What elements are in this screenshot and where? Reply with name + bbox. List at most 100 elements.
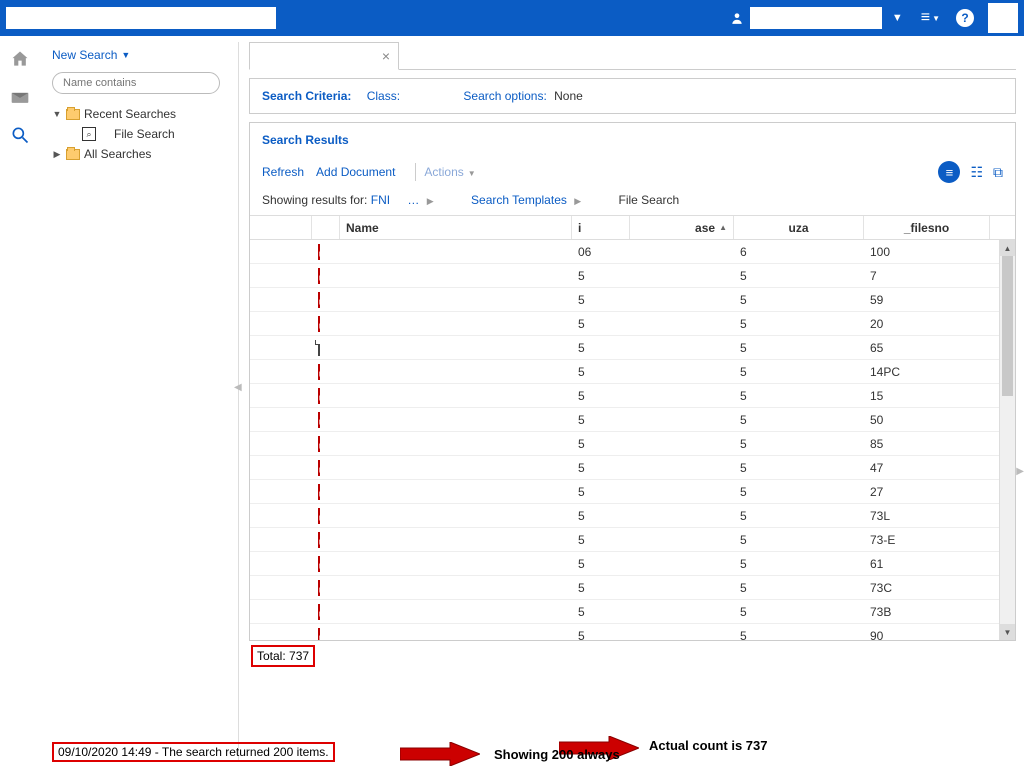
table-row[interactable]: 5573C xyxy=(250,576,1015,600)
table-row[interactable]: 5527 xyxy=(250,480,1015,504)
table-row[interactable]: 5573-E xyxy=(250,528,1015,552)
grid-body: ▲ ▼ 0661005575559552055655514PC551555505… xyxy=(250,240,1015,640)
col-select[interactable] xyxy=(250,216,312,239)
criteria-options-label: Search options: xyxy=(463,89,546,103)
annotation-arrow xyxy=(400,742,480,766)
annotation-text: Actual count is 737 xyxy=(649,738,767,753)
icon-rail xyxy=(0,36,40,768)
add-document-button[interactable]: Add Document xyxy=(316,165,395,179)
pdf-icon xyxy=(318,268,320,284)
left-pane: New Search▼ ▼ Recent Searches ⌕ File Sea… xyxy=(40,36,238,768)
name-filter-input[interactable] xyxy=(52,72,220,94)
table-row[interactable]: 5520 xyxy=(250,312,1015,336)
document-icon xyxy=(318,340,320,356)
tree-label: Recent Searches xyxy=(84,107,176,121)
actions-menu[interactable]: Actions▼ xyxy=(424,165,475,179)
col-uza[interactable]: uza xyxy=(734,216,864,239)
total-count: Total: 737 xyxy=(251,645,315,667)
refresh-button[interactable]: Refresh xyxy=(262,165,304,179)
pdf-icon xyxy=(318,628,320,641)
results-grid: Name i ase▲ uza _filesno ▲ ▼ 06610055755… xyxy=(250,215,1015,640)
separator xyxy=(415,163,416,181)
user-dropdown[interactable] xyxy=(750,7,882,29)
scroll-down-icon[interactable]: ▼ xyxy=(1000,624,1015,640)
table-row[interactable]: 5573L xyxy=(250,504,1015,528)
scroll-up-icon[interactable]: ▲ xyxy=(1000,240,1015,256)
help-icon[interactable]: ? xyxy=(956,9,974,27)
tree-file-search[interactable]: ⌕ File Search xyxy=(52,124,234,144)
col-name[interactable]: Name xyxy=(340,216,572,239)
table-row[interactable]: 5573B xyxy=(250,600,1015,624)
logo-area xyxy=(6,7,276,29)
criteria-options-value: None xyxy=(554,89,583,103)
crumb-templates[interactable]: Search Templates xyxy=(471,193,567,207)
pdf-icon xyxy=(318,316,320,332)
pdf-icon xyxy=(318,244,320,260)
menu-icon[interactable]: ≡▼ xyxy=(921,9,940,27)
tree-all-searches[interactable]: ▶ All Searches xyxy=(52,144,234,164)
folder-icon xyxy=(66,149,80,160)
scroll-thumb[interactable] xyxy=(1002,256,1013,396)
sort-asc-icon: ▲ xyxy=(719,223,727,232)
pdf-icon xyxy=(318,460,320,476)
view-filmstrip-icon[interactable]: ⧉ xyxy=(993,164,1003,181)
criteria-class[interactable]: Class: xyxy=(367,89,400,103)
view-details-icon[interactable]: ≡ xyxy=(938,161,960,183)
table-row[interactable]: 5561 xyxy=(250,552,1015,576)
table-row[interactable]: 5590 xyxy=(250,624,1015,640)
pdf-icon xyxy=(318,532,320,548)
pdf-icon xyxy=(318,508,320,524)
crumb-filesearch: File Search xyxy=(618,193,679,207)
col-filesno[interactable]: _filesno xyxy=(864,216,990,239)
caret-down-icon: ▼ xyxy=(121,50,130,60)
table-row[interactable]: 5515 xyxy=(250,384,1015,408)
pdf-icon xyxy=(318,484,320,500)
results-toolbar: Refresh Add Document Actions▼ ≡ ☷ ⧉ xyxy=(250,157,1015,191)
home-icon[interactable] xyxy=(9,48,31,70)
pdf-icon xyxy=(318,388,320,404)
criteria-panel: Search Criteria: Class: Search options: … xyxy=(249,78,1016,114)
table-row[interactable]: 557 xyxy=(250,264,1015,288)
col-ase[interactable]: ase▲ xyxy=(630,216,734,239)
collapse-icon[interactable]: ▼ xyxy=(52,109,62,119)
tree-label: All Searches xyxy=(84,147,151,161)
folder-icon xyxy=(66,109,80,120)
results-title: Search Results xyxy=(250,123,1015,157)
table-row[interactable]: 5565 xyxy=(250,336,1015,360)
saved-search-icon: ⌕ xyxy=(82,127,96,141)
scrollbar[interactable]: ▲ ▼ xyxy=(999,240,1015,640)
top-right-box[interactable] xyxy=(988,3,1018,33)
inbox-icon[interactable] xyxy=(9,86,31,108)
table-row[interactable]: 5585 xyxy=(250,432,1015,456)
close-icon[interactable]: × xyxy=(382,48,390,64)
tab-search[interactable]: × xyxy=(249,42,399,70)
user-icon xyxy=(730,11,744,25)
tree-recent-searches[interactable]: ▼ Recent Searches xyxy=(52,104,234,124)
view-list-icon[interactable]: ☷ xyxy=(970,164,983,181)
crumb-dots[interactable]: … xyxy=(407,193,419,207)
crumb-repo[interactable]: FNI xyxy=(371,193,390,207)
col-i[interactable]: i xyxy=(572,216,630,239)
pdf-icon xyxy=(318,436,320,452)
table-row[interactable]: 5559 xyxy=(250,288,1015,312)
search-rail-icon[interactable] xyxy=(9,124,31,146)
table-row[interactable]: 5514PC xyxy=(250,360,1015,384)
col-icon[interactable] xyxy=(312,216,340,239)
expand-icon[interactable]: ▶ xyxy=(52,149,62,160)
new-search-button[interactable]: New Search▼ xyxy=(44,44,234,66)
user-caret-icon[interactable]: ▼ xyxy=(892,12,903,24)
tab-bar: × xyxy=(249,42,1016,70)
chevron-right-icon: ▶ xyxy=(427,196,434,206)
pdf-icon xyxy=(318,292,320,308)
table-row[interactable]: 066100 xyxy=(250,240,1015,264)
caret-down-icon: ▼ xyxy=(468,169,476,178)
pdf-icon xyxy=(318,556,320,572)
top-bar: ▼ ≡▼ ? xyxy=(0,0,1024,36)
breadcrumb: Showing results for: FNI … ▶ Search Temp… xyxy=(250,191,1015,215)
collapse-right-icon[interactable]: ▶ xyxy=(1016,466,1024,477)
table-row[interactable]: 5547 xyxy=(250,456,1015,480)
results-panel: Search Results Refresh Add Document Acti… xyxy=(249,122,1016,641)
table-row[interactable]: 5550 xyxy=(250,408,1015,432)
status-message: 09/10/2020 14:49 - The search returned 2… xyxy=(52,742,335,762)
pdf-icon xyxy=(318,604,320,620)
